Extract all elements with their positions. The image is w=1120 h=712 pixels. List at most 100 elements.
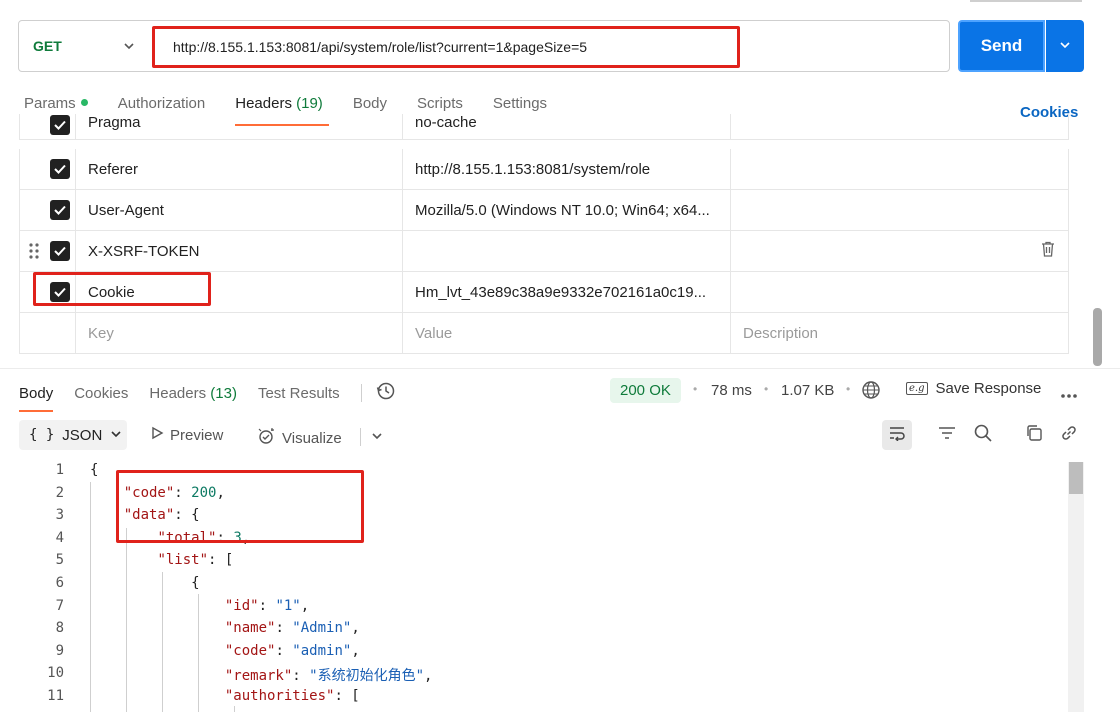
code-line: "code": "admin", [224,642,360,659]
code-line: { [90,462,99,478]
code-line: "name": "Admin", [224,620,360,637]
header-value[interactable]: no-cache [403,114,731,139]
table-row: Pragma no-cache [19,114,1069,140]
chevron-down-icon [1059,38,1071,55]
header-description[interactable] [731,114,1069,139]
line-number: 9 [55,642,64,659]
wrap-icon [888,425,906,445]
header-description[interactable] [731,231,1069,271]
visualize-button[interactable]: Visualize [256,426,342,450]
tab-response-cookies[interactable]: Cookies [74,385,128,402]
code-line: "authorities": [ [224,688,360,704]
line-number: 11 [47,688,64,704]
scrollbar-thumb[interactable] [1069,462,1083,494]
header-key[interactable]: User-Agent [76,190,403,230]
header-description[interactable] [731,149,1069,189]
line-number: 8 [55,620,64,637]
method-label: GET [33,38,62,54]
visualize-icon [256,426,276,450]
line-number: 7 [55,597,64,614]
url-highlight-box [152,26,740,68]
format-select[interactable]: { } JSON [19,420,127,450]
copy-icon [1025,424,1043,446]
send-button[interactable]: Send [958,20,1045,72]
header-value[interactable] [403,231,731,271]
copy-button[interactable] [1019,420,1049,450]
header-key[interactable]: Referer [76,149,403,189]
header-key[interactable]: X-XSRF-TOKEN [76,231,403,271]
line-number: 4 [55,529,64,546]
new-value-input[interactable]: Value [403,313,731,353]
word-wrap-toggle[interactable] [882,420,912,450]
line-number: 5 [55,552,64,569]
trash-icon[interactable] [1041,241,1055,261]
header-checkbox[interactable] [50,241,70,261]
code-line: "remark": "系统初始化角色", [224,668,433,685]
visualize-options-button[interactable] [360,428,383,446]
history-icon[interactable] [376,381,396,405]
table-row: User-Agent Mozilla/5.0 (Windows NT 10.0;… [19,190,1069,231]
play-icon [150,426,164,444]
indent-guide [198,594,199,712]
table-row: Referer http://8.155.1.153:8081/system/r… [19,149,1069,190]
status-badge: 200 OK [610,378,681,403]
header-key[interactable]: Pragma [76,114,403,139]
params-indicator-dot [80,99,88,106]
top-divider [970,0,1082,2]
filter-icon [938,426,956,444]
globe-icon[interactable] [861,380,881,404]
preview-button[interactable]: Preview [150,426,223,444]
tab-response-body[interactable]: Body [19,385,54,412]
line-number: 3 [55,507,64,524]
header-value[interactable]: http://8.155.1.153:8081/system/role [403,149,731,189]
code-line: { [90,575,200,591]
line-number: 10 [47,665,64,682]
code-highlight-box [116,470,364,543]
separator [360,428,361,446]
link-button[interactable] [1054,420,1084,450]
divider [360,384,362,402]
more-options-icon[interactable] [1060,386,1078,403]
code-line: "id": "1", [224,597,310,614]
braces-icon: { } [29,427,55,443]
response-tabs: Body Cookies Headers (13) Test Results [19,378,396,412]
table-row-new: Key Value Description [19,313,1069,354]
method-select[interactable]: GET [19,21,149,71]
search-icon [974,424,992,446]
scrollbar-thumb[interactable] [1093,308,1102,366]
new-description-input[interactable]: Description [731,313,1069,353]
chevron-down-icon [110,427,122,444]
tab-test-results[interactable]: Test Results [258,385,340,402]
line-number: 1 [55,462,64,478]
drag-handle-icon[interactable] [29,243,39,259]
link-icon [1060,424,1078,446]
line-number: 6 [55,575,64,591]
line-number: 2 [55,484,64,501]
send-options-button[interactable] [1046,20,1084,72]
header-value[interactable]: Mozilla/5.0 (Windows NT 10.0; Win64; x64… [403,190,731,230]
cookie-highlight-box [33,272,211,306]
header-checkbox[interactable] [50,115,70,135]
search-button[interactable] [968,420,998,450]
response-size: 1.07 KB [781,382,835,399]
header-checkbox[interactable] [50,200,70,220]
indent-guide [234,706,235,712]
header-value[interactable]: Hm_lvt_43e89c38a9e9332e702161a0c19... [403,272,731,312]
chevron-down-icon [371,429,383,446]
response-time: 78 ms [711,382,752,399]
header-description[interactable] [731,190,1069,230]
new-key-input[interactable]: Key [76,313,403,353]
pane-divider[interactable] [0,368,1120,369]
chevron-down-icon [123,39,135,55]
example-icon: e.g [906,382,928,395]
save-response-button[interactable]: e.g Save Response [906,380,1041,397]
filter-button[interactable] [932,420,962,450]
indent-guide [126,528,127,712]
code-line: "list": [ [157,552,234,569]
header-description[interactable] [731,272,1069,312]
table-row: X-XSRF-TOKEN [19,231,1069,272]
tab-response-headers[interactable]: Headers (13) [149,385,237,402]
indent-guide [90,482,91,712]
code-scrollbar[interactable] [1068,462,1084,712]
header-checkbox[interactable] [50,159,70,179]
